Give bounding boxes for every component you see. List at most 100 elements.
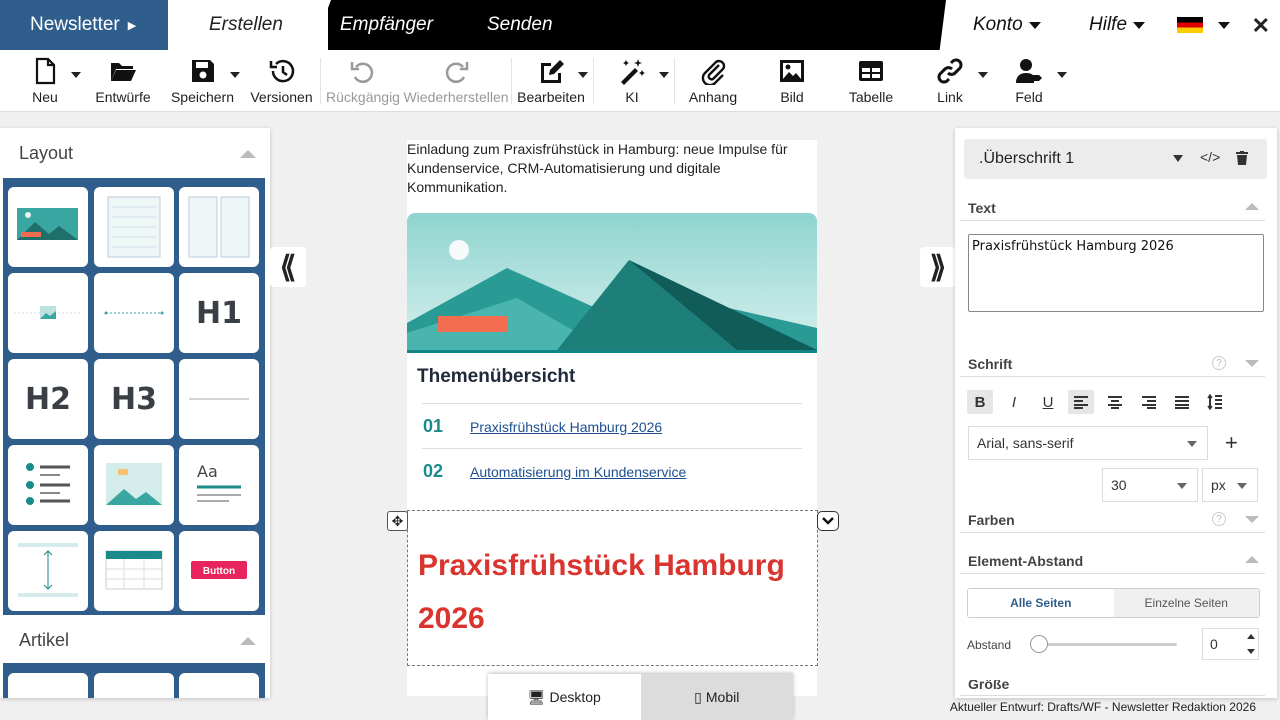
block-text[interactable]: Aa xyxy=(179,445,259,525)
block-h2[interactable]: H2 xyxy=(8,359,88,439)
drafts-button[interactable]: Entwürfe xyxy=(93,50,153,112)
chevron-down-icon[interactable] xyxy=(817,511,839,531)
paperclip-icon xyxy=(701,59,726,85)
align-center-icon[interactable] xyxy=(1102,390,1128,414)
collapse-right-panel-button[interactable]: ⟫ xyxy=(920,247,956,287)
block-table[interactable] xyxy=(94,531,174,611)
field-button[interactable]: Feld xyxy=(1009,50,1049,112)
block-one-column[interactable] xyxy=(94,187,174,267)
underline-icon[interactable]: U xyxy=(1035,390,1061,414)
block-two-columns[interactable] xyxy=(179,187,259,267)
abstand-section-header[interactable]: Element-Abstand xyxy=(960,548,1265,574)
all-sides-option[interactable]: Alle Seiten xyxy=(968,589,1114,617)
attachment-button[interactable]: Anhang xyxy=(683,50,743,112)
selected-heading-block[interactable]: Praxisfrühstück Hamburg 2026 xyxy=(407,510,818,666)
align-left-icon[interactable] xyxy=(1068,390,1094,414)
mobile-label: Mobil xyxy=(705,689,740,705)
intro-text[interactable]: Einladung zum Praxisfrühstück in Hamburg… xyxy=(407,140,807,197)
hero-image[interactable] xyxy=(407,213,817,353)
block-h1[interactable]: H1 xyxy=(179,273,259,353)
artikel-block[interactable] xyxy=(179,673,259,698)
abstand-slider-track[interactable] xyxy=(1037,643,1177,646)
toc-title: Themenübersicht xyxy=(417,366,576,387)
desktop-button[interactable]: 🖥 Desktop xyxy=(488,674,641,720)
element-select[interactable]: .Überschrift 1 </> xyxy=(964,139,1267,179)
move-icon[interactable]: ✥ xyxy=(387,511,408,531)
edit-button[interactable]: Bearbeiten xyxy=(516,50,586,112)
new-button[interactable]: Neu xyxy=(20,50,70,112)
block-line[interactable] xyxy=(179,359,259,439)
align-justify-icon[interactable] xyxy=(1169,390,1195,414)
text-section-header[interactable]: Text xyxy=(960,195,1265,221)
hero-image-icon xyxy=(17,208,78,240)
font-family-select[interactable]: Arial, sans-serif xyxy=(968,426,1208,460)
versions-button[interactable]: Versionen xyxy=(249,50,314,112)
artikel-title: Artikel xyxy=(19,629,70,650)
line-height-icon[interactable] xyxy=(1202,390,1228,414)
chevron-down-icon[interactable] xyxy=(1057,72,1067,78)
mobile-button[interactable]: ▯ Mobil xyxy=(640,674,793,720)
chevron-down-icon[interactable] xyxy=(71,72,81,78)
german-flag-icon xyxy=(1177,17,1203,33)
help-icon[interactable]: ? xyxy=(1212,356,1226,370)
align-right-icon[interactable] xyxy=(1136,390,1162,414)
block-spacer[interactable] xyxy=(8,531,88,611)
save-button[interactable]: Speichern xyxy=(170,50,235,112)
italic-icon[interactable]: I xyxy=(1001,390,1027,414)
undo-button[interactable]: Rückgängig xyxy=(326,50,400,112)
collapse-left-panel-button[interactable]: ⟪ xyxy=(270,247,306,287)
hilfe-menu[interactable]: Hilfe xyxy=(1089,0,1146,50)
monitor-icon: 🖥 xyxy=(527,688,546,705)
font-size-select[interactable]: 30 xyxy=(1102,468,1198,502)
table-button[interactable]: Tabelle xyxy=(846,50,896,112)
chevron-down-icon[interactable] xyxy=(978,72,988,78)
code-icon[interactable]: </> xyxy=(1200,149,1220,165)
abstand-slider-knob[interactable] xyxy=(1030,635,1048,653)
block-image-card[interactable] xyxy=(94,445,174,525)
chevron-down-icon[interactable] xyxy=(578,72,588,78)
redo-button[interactable]: Wiederherstellen xyxy=(403,50,509,112)
chevron-down-icon xyxy=(1028,21,1041,29)
decrement-icon[interactable] xyxy=(1247,649,1255,654)
expand-icon xyxy=(1245,516,1259,523)
groesse-section-header[interactable]: Größe xyxy=(960,680,1265,696)
artikel-block[interactable] xyxy=(94,673,174,698)
ki-button[interactable]: KI xyxy=(612,50,652,112)
trash-icon[interactable] xyxy=(1236,151,1248,165)
toc-link[interactable]: Praxisfrühstück Hamburg 2026 xyxy=(470,419,662,435)
newsletter-menu[interactable]: Newsletter ▶ xyxy=(0,0,190,50)
tab-erstellen[interactable]: Erstellen xyxy=(168,0,328,50)
block-divider[interactable] xyxy=(94,273,174,353)
block-checklist[interactable] xyxy=(8,445,88,525)
tab-empfaenger[interactable]: Empfänger xyxy=(340,0,433,50)
layout-section-header[interactable]: Layout xyxy=(0,128,270,178)
chevron-down-icon[interactable] xyxy=(230,72,240,78)
tab-senden[interactable]: Senden xyxy=(487,0,553,50)
chevron-down-icon[interactable] xyxy=(659,72,669,78)
image-button[interactable]: Bild xyxy=(772,50,812,112)
abstand-input[interactable]: 0 xyxy=(1202,628,1259,660)
block-h3[interactable]: H3 xyxy=(94,359,174,439)
schrift-section-header[interactable]: Schrift ? xyxy=(960,351,1265,377)
farben-section-header[interactable]: Farben ? xyxy=(960,507,1265,533)
block-image[interactable] xyxy=(8,273,88,353)
single-sides-option[interactable]: Einzelne Seiten xyxy=(1113,589,1259,617)
artikel-block[interactable] xyxy=(8,673,88,698)
text-input[interactable] xyxy=(968,234,1264,312)
draft-status: Aktueller Entwurf: Drafts/WF - Newslette… xyxy=(949,700,1256,714)
block-hero-image[interactable] xyxy=(8,187,88,267)
bold-icon[interactable]: B xyxy=(967,390,993,414)
help-icon[interactable]: ? xyxy=(1212,512,1226,526)
close-button[interactable]: ✕ xyxy=(1252,13,1270,39)
add-font-icon[interactable]: + xyxy=(1225,430,1238,456)
headline-text[interactable]: Praxisfrühstück Hamburg 2026 xyxy=(418,539,808,645)
language-menu[interactable] xyxy=(1177,0,1230,50)
toc-number: 01 xyxy=(423,416,444,436)
artikel-section-header[interactable]: Artikel xyxy=(0,615,270,665)
font-unit-select[interactable]: px xyxy=(1202,468,1258,502)
block-button[interactable]: Button xyxy=(179,531,259,611)
increment-icon[interactable] xyxy=(1247,634,1255,639)
toc-link[interactable]: Automatisierung im Kundenservice xyxy=(470,464,686,480)
konto-menu[interactable]: Konto xyxy=(973,0,1041,50)
link-button[interactable]: Link xyxy=(930,50,970,112)
